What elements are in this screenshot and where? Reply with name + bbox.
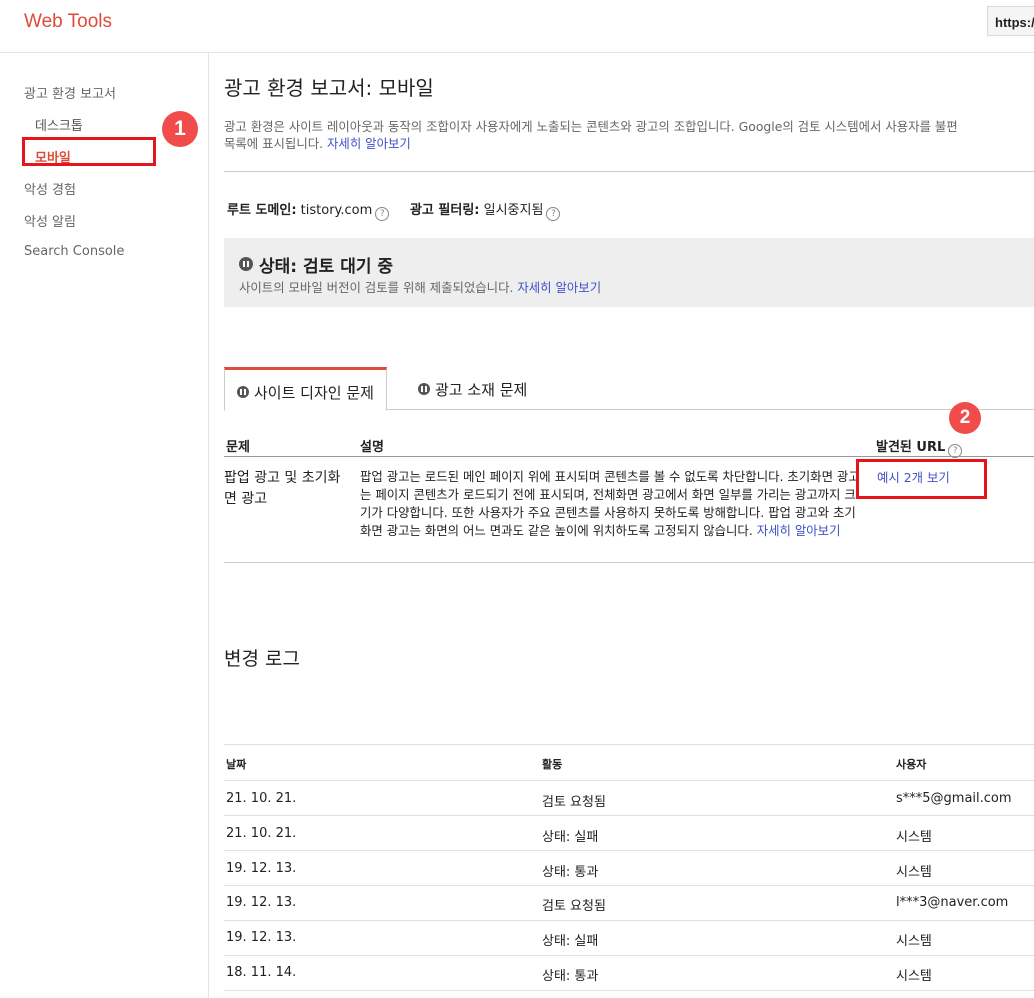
log-header-date: 날짜 xyxy=(226,758,247,771)
pause-icon xyxy=(239,257,253,271)
help-icon[interactable]: ? xyxy=(546,207,561,221)
log-user: 시스템 xyxy=(896,969,932,984)
sidebar-item-desktop[interactable]: 데스크톱 xyxy=(35,115,83,134)
tab-site-design-issues[interactable]: 사이트 디자인 문제 xyxy=(224,367,387,411)
issue-tabs: 사이트 디자인 문제 광고 소재 문제 xyxy=(224,367,1034,411)
sidebar: 광고 환경 보고서 데스크톱 모바일 악성 경험 악성 알림 Search Co… xyxy=(0,53,209,998)
tab-ad-creative-issues[interactable]: 광고 소재 문제 xyxy=(406,367,539,411)
log-header-activity: 활동 xyxy=(542,758,563,771)
learn-more-link[interactable]: 자세히 알아보기 xyxy=(327,136,411,151)
log-activity: 검토 요청됨 xyxy=(542,899,606,914)
sidebar-item-abusive-notifications[interactable]: 악성 알림 xyxy=(24,211,76,230)
annotation-badge-1: 1 xyxy=(162,111,198,147)
status-desc-text: 사이트의 모바일 버전이 검토를 위해 제출되었습니다. xyxy=(239,280,514,295)
annotation-badge-2: 2 xyxy=(949,402,981,434)
column-header-description: 설명 xyxy=(360,440,384,455)
log-activity: 상태: 통과 xyxy=(542,865,599,880)
pause-icon xyxy=(237,386,249,398)
log-row-divider xyxy=(224,920,1034,921)
table-row-divider xyxy=(224,562,1034,563)
sidebar-item-search-console[interactable]: Search Console xyxy=(24,244,124,259)
status-title-text: 상태: 검토 대기 중 xyxy=(259,257,394,277)
status-panel: 상태: 검토 대기 중 사이트의 모바일 버전이 검토를 위해 제출되었습니다.… xyxy=(224,238,1034,307)
log-row-divider xyxy=(224,815,1034,816)
log-date: 19. 12. 13. xyxy=(226,895,297,910)
log-date: 18. 11. 14. xyxy=(226,965,297,980)
log-user: s***5@gmail.com xyxy=(896,791,1012,806)
log-row-divider xyxy=(224,990,1034,991)
tab-label: 사이트 디자인 문제 xyxy=(254,384,374,402)
issue-learn-more-link[interactable]: 자세히 알아보기 xyxy=(757,523,841,538)
status-title: 상태: 검토 대기 중 xyxy=(239,252,393,277)
log-top-divider xyxy=(224,744,1034,745)
intro-text: 광고 환경은 사이트 레이아웃과 동작의 조합이자 사용자에게 노출되는 콘텐츠… xyxy=(224,118,1034,152)
log-user: 시스템 xyxy=(896,830,932,845)
highlight-box-mobile xyxy=(22,137,156,166)
top-bar: Web Tools https:/ xyxy=(0,0,1034,53)
log-activity: 상태: 실패 xyxy=(542,830,599,845)
log-activity: 검토 요청됨 xyxy=(542,795,606,810)
log-date: 21. 10. 21. xyxy=(226,826,297,841)
page-title: 광고 환경 보고서: 모바일 xyxy=(224,76,434,100)
log-user: 시스템 xyxy=(896,934,932,949)
intro-line-2: 목록에 표시됩니다. xyxy=(224,136,324,151)
help-icon[interactable]: ? xyxy=(375,207,390,221)
issue-description: 팝업 광고는 로드된 메인 페이지 위에 표시되며 콘텐츠를 볼 수 없도록 차… xyxy=(360,468,860,540)
ad-filter-value: 일시중지됨 xyxy=(483,203,544,218)
status-description: 사이트의 모바일 버전이 검토를 위해 제출되었습니다. 자세히 알아보기 xyxy=(239,278,601,296)
log-row-divider xyxy=(224,850,1034,851)
change-log-title: 변경 로그 xyxy=(224,648,300,670)
log-row-divider xyxy=(224,885,1034,886)
log-user: 시스템 xyxy=(896,865,932,880)
divider xyxy=(224,171,1034,172)
sidebar-item-ad-experience-report[interactable]: 광고 환경 보고서 xyxy=(24,83,116,102)
log-date: 21. 10. 21. xyxy=(226,791,297,806)
url-field[interactable]: https:/ xyxy=(987,6,1034,36)
issue-name: 팝업 광고 및 초기화면 광고 xyxy=(224,470,341,507)
log-row-divider xyxy=(224,955,1034,956)
sidebar-item-abusive-experiences[interactable]: 악성 경험 xyxy=(24,179,76,198)
log-user: l***3@naver.com xyxy=(896,895,1009,910)
log-header-user: 사용자 xyxy=(896,758,927,771)
site-meta: 루트 도메인: tistory.com? 광고 필터링: 일시중지됨? xyxy=(227,199,561,221)
log-date: 19. 12. 13. xyxy=(226,930,297,945)
highlight-box-view-examples xyxy=(856,459,987,499)
pause-icon xyxy=(418,383,430,395)
log-date: 19. 12. 13. xyxy=(226,861,297,876)
column-header-issue: 문제 xyxy=(226,440,250,455)
log-activity: 상태: 실패 xyxy=(542,934,599,949)
intro-line-1: 광고 환경은 사이트 레이아웃과 동작의 조합이자 사용자에게 노출되는 콘텐츠… xyxy=(224,119,958,134)
root-domain-value: tistory.com xyxy=(300,203,373,218)
found-urls-label: 발견된 URL xyxy=(876,440,946,455)
column-header-found-urls: 발견된 URL? xyxy=(876,436,963,458)
ad-filter-label: 광고 필터링: xyxy=(409,203,480,218)
status-learn-more-link[interactable]: 자세히 알아보기 xyxy=(517,280,601,295)
tab-label: 광고 소재 문제 xyxy=(435,381,528,399)
log-header-divider xyxy=(224,780,1034,781)
root-domain-label: 루트 도메인: xyxy=(227,203,297,218)
log-activity: 상태: 통과 xyxy=(542,969,599,984)
brand-logo[interactable]: Web Tools xyxy=(24,11,112,33)
table-header-divider xyxy=(224,456,1034,457)
